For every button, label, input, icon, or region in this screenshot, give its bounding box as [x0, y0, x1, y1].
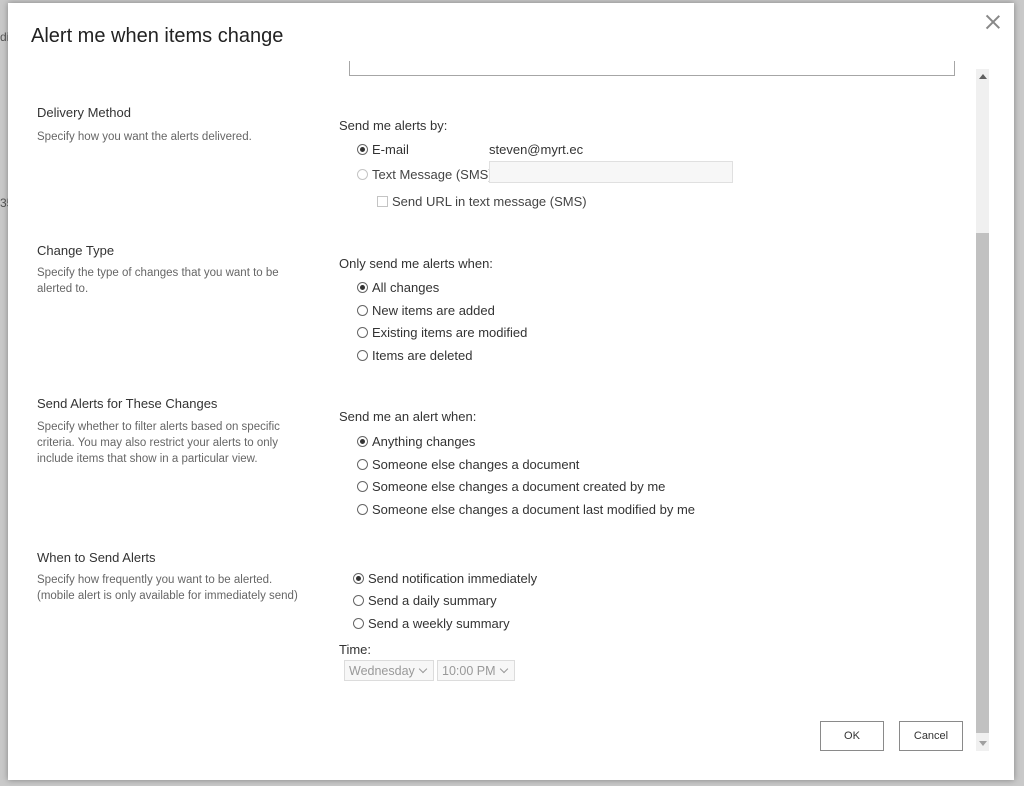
option-label: Someone else changes a document last mod…: [372, 501, 696, 517]
radio-icon[interactable]: [357, 143, 368, 155]
option-label: Send notification immediately: [368, 570, 538, 586]
radio-icon[interactable]: [357, 168, 368, 180]
send-alerts-option[interactable]: Someone else changes a document: [357, 455, 579, 473]
radio-icon[interactable]: [357, 503, 368, 515]
send-alerts-heading: Send Alerts for These Changes: [37, 396, 218, 411]
dialog-title: Alert me when items change: [31, 25, 284, 47]
change-type-description: Specify the type of changes that you wan…: [37, 267, 279, 295]
close-icon[interactable]: [984, 13, 1002, 31]
scroll-up-arrow-icon[interactable]: [979, 74, 987, 79]
send-alerts-option[interactable]: Someone else changes a document created …: [357, 477, 665, 495]
radio-icon[interactable]: [353, 572, 364, 584]
radio-icon[interactable]: [353, 617, 364, 629]
change-type-option[interactable]: Existing items are modified: [357, 323, 527, 341]
sms-radio-option[interactable]: Text Message (SMS): [357, 165, 493, 183]
radio-icon[interactable]: [357, 281, 368, 293]
chevron-down-icon: [499, 664, 508, 673]
email-address-value: steven@myrt.ec: [489, 142, 584, 157]
send-url-label: Send URL in text message (SMS): [392, 193, 587, 209]
option-label: Send a weekly summary: [368, 615, 510, 631]
day-select-value: Wednesday: [349, 663, 415, 678]
scroll-thumb[interactable]: [976, 233, 989, 733]
alert-dialog: Alert me when items change Delivery Meth…: [8, 3, 1014, 780]
email-label: E-mail: [372, 141, 409, 157]
frequency-option[interactable]: Send notification immediately: [353, 569, 537, 587]
radio-icon[interactable]: [357, 458, 368, 470]
radio-icon[interactable]: [357, 326, 368, 338]
frequency-option[interactable]: Send a daily summary: [353, 591, 497, 609]
radio-icon[interactable]: [357, 349, 368, 361]
time-label: Time:: [339, 642, 372, 657]
option-label: Existing items are modified: [372, 324, 528, 340]
option-label: Send a daily summary: [368, 592, 497, 608]
time-select[interactable]: 10:00 PM: [437, 660, 515, 681]
sms-label: Text Message (SMS): [372, 166, 493, 182]
option-label: Items are deleted: [372, 347, 473, 363]
when-heading: When to Send Alerts: [37, 550, 156, 565]
option-label: Someone else changes a document created …: [372, 478, 666, 494]
change-type-option[interactable]: All changes: [357, 278, 439, 296]
send-url-checkbox-option[interactable]: Send URL in text message (SMS): [377, 192, 587, 210]
radio-icon[interactable]: [357, 480, 368, 492]
delivery-prompt: Send me alerts by:: [339, 118, 448, 133]
when-description: Specify how frequently you want to be al…: [37, 574, 298, 602]
option-label: Anything changes: [372, 433, 476, 449]
change-type-option[interactable]: New items are added: [357, 301, 495, 319]
frequency-option[interactable]: Send a weekly summary: [353, 614, 510, 632]
send-alerts-prompt: Send me an alert when:: [339, 409, 477, 424]
radio-icon[interactable]: [353, 594, 364, 606]
scroll-down-arrow-icon[interactable]: [979, 741, 987, 746]
ok-button[interactable]: OK: [820, 721, 884, 751]
option-label: Someone else changes a document: [372, 456, 580, 472]
sms-number-input[interactable]: [489, 161, 733, 183]
radio-icon[interactable]: [357, 304, 368, 316]
send-alerts-description: Specify whether to filter alerts based o…: [37, 421, 280, 465]
change-type-option[interactable]: Items are deleted: [357, 346, 472, 364]
day-select[interactable]: Wednesday: [344, 660, 434, 681]
time-select-value: 10:00 PM: [442, 663, 496, 678]
send-alerts-option[interactable]: Anything changes: [357, 432, 475, 450]
radio-icon[interactable]: [357, 435, 368, 447]
option-label: New items are added: [372, 302, 495, 318]
email-radio-option[interactable]: E-mail: [357, 140, 409, 158]
checkbox-icon[interactable]: [377, 195, 388, 207]
option-label: All changes: [372, 279, 440, 295]
cancel-button[interactable]: Cancel: [899, 721, 963, 751]
chevron-down-icon: [418, 664, 428, 673]
send-alerts-option[interactable]: Someone else changes a document last mod…: [357, 500, 695, 518]
scrollbar[interactable]: [976, 69, 989, 751]
delivery-method-heading: Delivery Method: [37, 105, 131, 120]
change-type-prompt: Only send me alerts when:: [339, 256, 493, 271]
previous-field-box: [349, 61, 955, 76]
delivery-method-description: Specify how you want the alerts delivere…: [37, 131, 252, 143]
change-type-heading: Change Type: [37, 243, 115, 258]
